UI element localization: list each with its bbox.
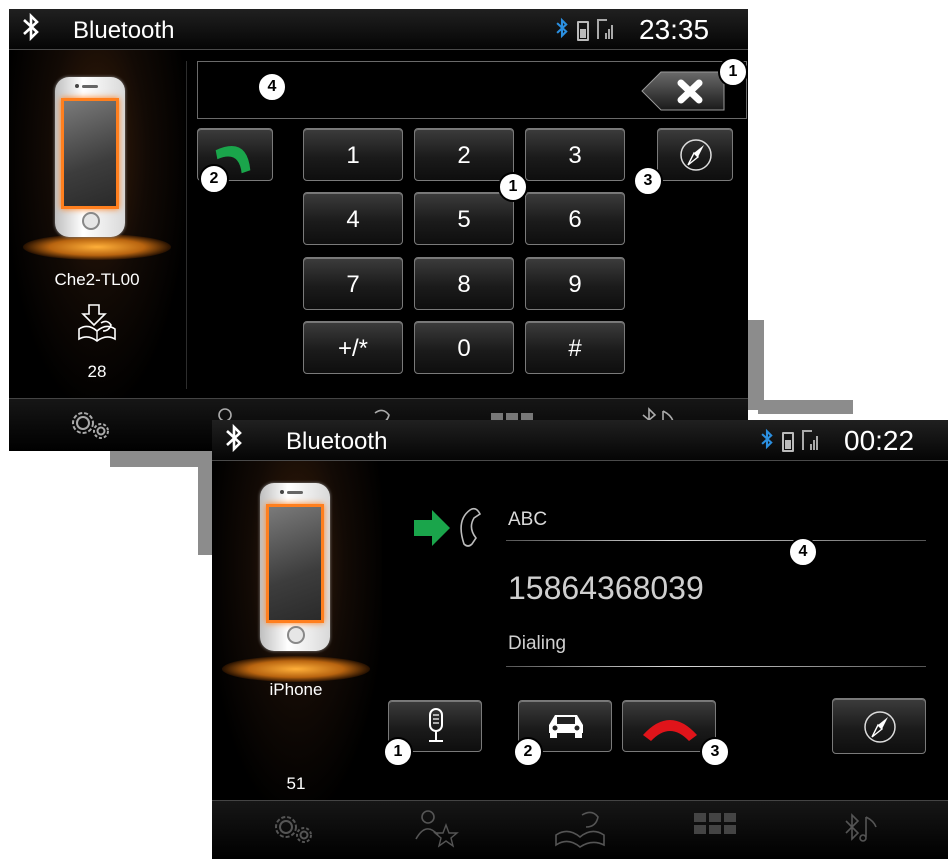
settings-icon[interactable] — [65, 405, 113, 445]
outgoing-call-icon — [412, 504, 492, 557]
dialpad-screen: Bluetooth 23:35 Che2-TL00 28 1 2 3 4 5 6… — [9, 9, 748, 451]
callout-call: 2 — [199, 164, 229, 194]
bluetooth-status-icon — [760, 427, 774, 457]
phone-glow — [23, 234, 171, 260]
callout-number-field: 4 — [257, 72, 287, 102]
contact-star-icon[interactable] — [412, 807, 460, 848]
navigation-button[interactable] — [832, 698, 926, 754]
status-bar: Bluetooth 23:35 — [9, 9, 748, 50]
navigation-button[interactable] — [657, 128, 733, 181]
callout-hangup: 3 — [700, 737, 730, 767]
bluetooth-icon — [224, 422, 244, 462]
bluetooth-icon — [21, 11, 41, 51]
callout-navigation: 3 — [633, 166, 663, 196]
key-8[interactable]: 8 — [414, 257, 514, 310]
phonebook-count: 28 — [87, 362, 107, 381]
key-7[interactable]: 7 — [303, 257, 403, 310]
battery-icon — [782, 432, 794, 452]
info-divider-bottom — [506, 666, 926, 667]
app-title: Bluetooth — [73, 17, 175, 44]
callout-backspace: 1 — [718, 57, 748, 87]
phonebook-icon[interactable] — [552, 807, 605, 848]
call-status: Dialing — [508, 633, 567, 654]
info-divider-top — [506, 540, 926, 541]
key-6[interactable]: 6 — [525, 192, 625, 245]
phonebook-download-icon[interactable] — [75, 303, 119, 348]
connector-right — [748, 320, 764, 410]
callout-car: 2 — [513, 737, 543, 767]
phone-image[interactable] — [260, 483, 330, 651]
bluetooth-status-icon — [555, 16, 569, 46]
callout-mic: 1 — [383, 737, 413, 767]
status-bar: Bluetooth 00:22 — [212, 420, 948, 461]
bottom-nav — [212, 800, 948, 859]
key-4[interactable]: 4 — [303, 192, 403, 245]
phone-glow — [222, 656, 370, 682]
key-3[interactable]: 3 — [525, 128, 625, 181]
key-0[interactable]: 0 — [414, 321, 514, 374]
compass-icon — [680, 139, 712, 171]
battery-icon — [577, 21, 589, 41]
callout-keypad: 1 — [498, 172, 528, 202]
callout-info-divider: 4 — [788, 537, 818, 567]
clock: 23:35 — [639, 14, 710, 45]
compass-icon — [864, 711, 896, 743]
calling-screen: Bluetooth 00:22 iPhone 51 ABC 1586436803… — [212, 420, 948, 859]
key-5[interactable]: 5 — [414, 192, 514, 245]
phone-image[interactable] — [55, 77, 125, 237]
signal-icon — [597, 19, 613, 39]
connector-left — [110, 451, 212, 467]
connector-left-down — [198, 460, 212, 555]
key-9[interactable]: 9 — [525, 257, 625, 310]
phone-number: 15864368039 — [508, 570, 704, 606]
key-hash[interactable]: # — [525, 321, 625, 374]
phonebook-count: 51 — [286, 774, 306, 793]
key-plus-star[interactable]: +/* — [303, 321, 403, 374]
connector-right-bottom — [758, 400, 853, 414]
signal-icon — [802, 430, 818, 450]
device-panel: Che2-TL00 28 — [9, 50, 185, 399]
device-name: Che2-TL00 — [54, 270, 140, 289]
device-panel: iPhone 51 — [212, 461, 382, 807]
device-name: iPhone — [269, 680, 323, 699]
grid-icon[interactable] — [692, 811, 740, 851]
backspace-button[interactable] — [641, 71, 725, 116]
clock: 00:22 — [844, 425, 915, 456]
contact-name: ABC — [508, 509, 548, 530]
settings-icon[interactable] — [268, 809, 316, 849]
key-2[interactable]: 2 — [414, 128, 514, 181]
bluetooth-music-icon[interactable] — [840, 809, 888, 849]
key-1[interactable]: 1 — [303, 128, 403, 181]
app-title: Bluetooth — [286, 428, 388, 455]
panel-divider — [186, 61, 187, 389]
